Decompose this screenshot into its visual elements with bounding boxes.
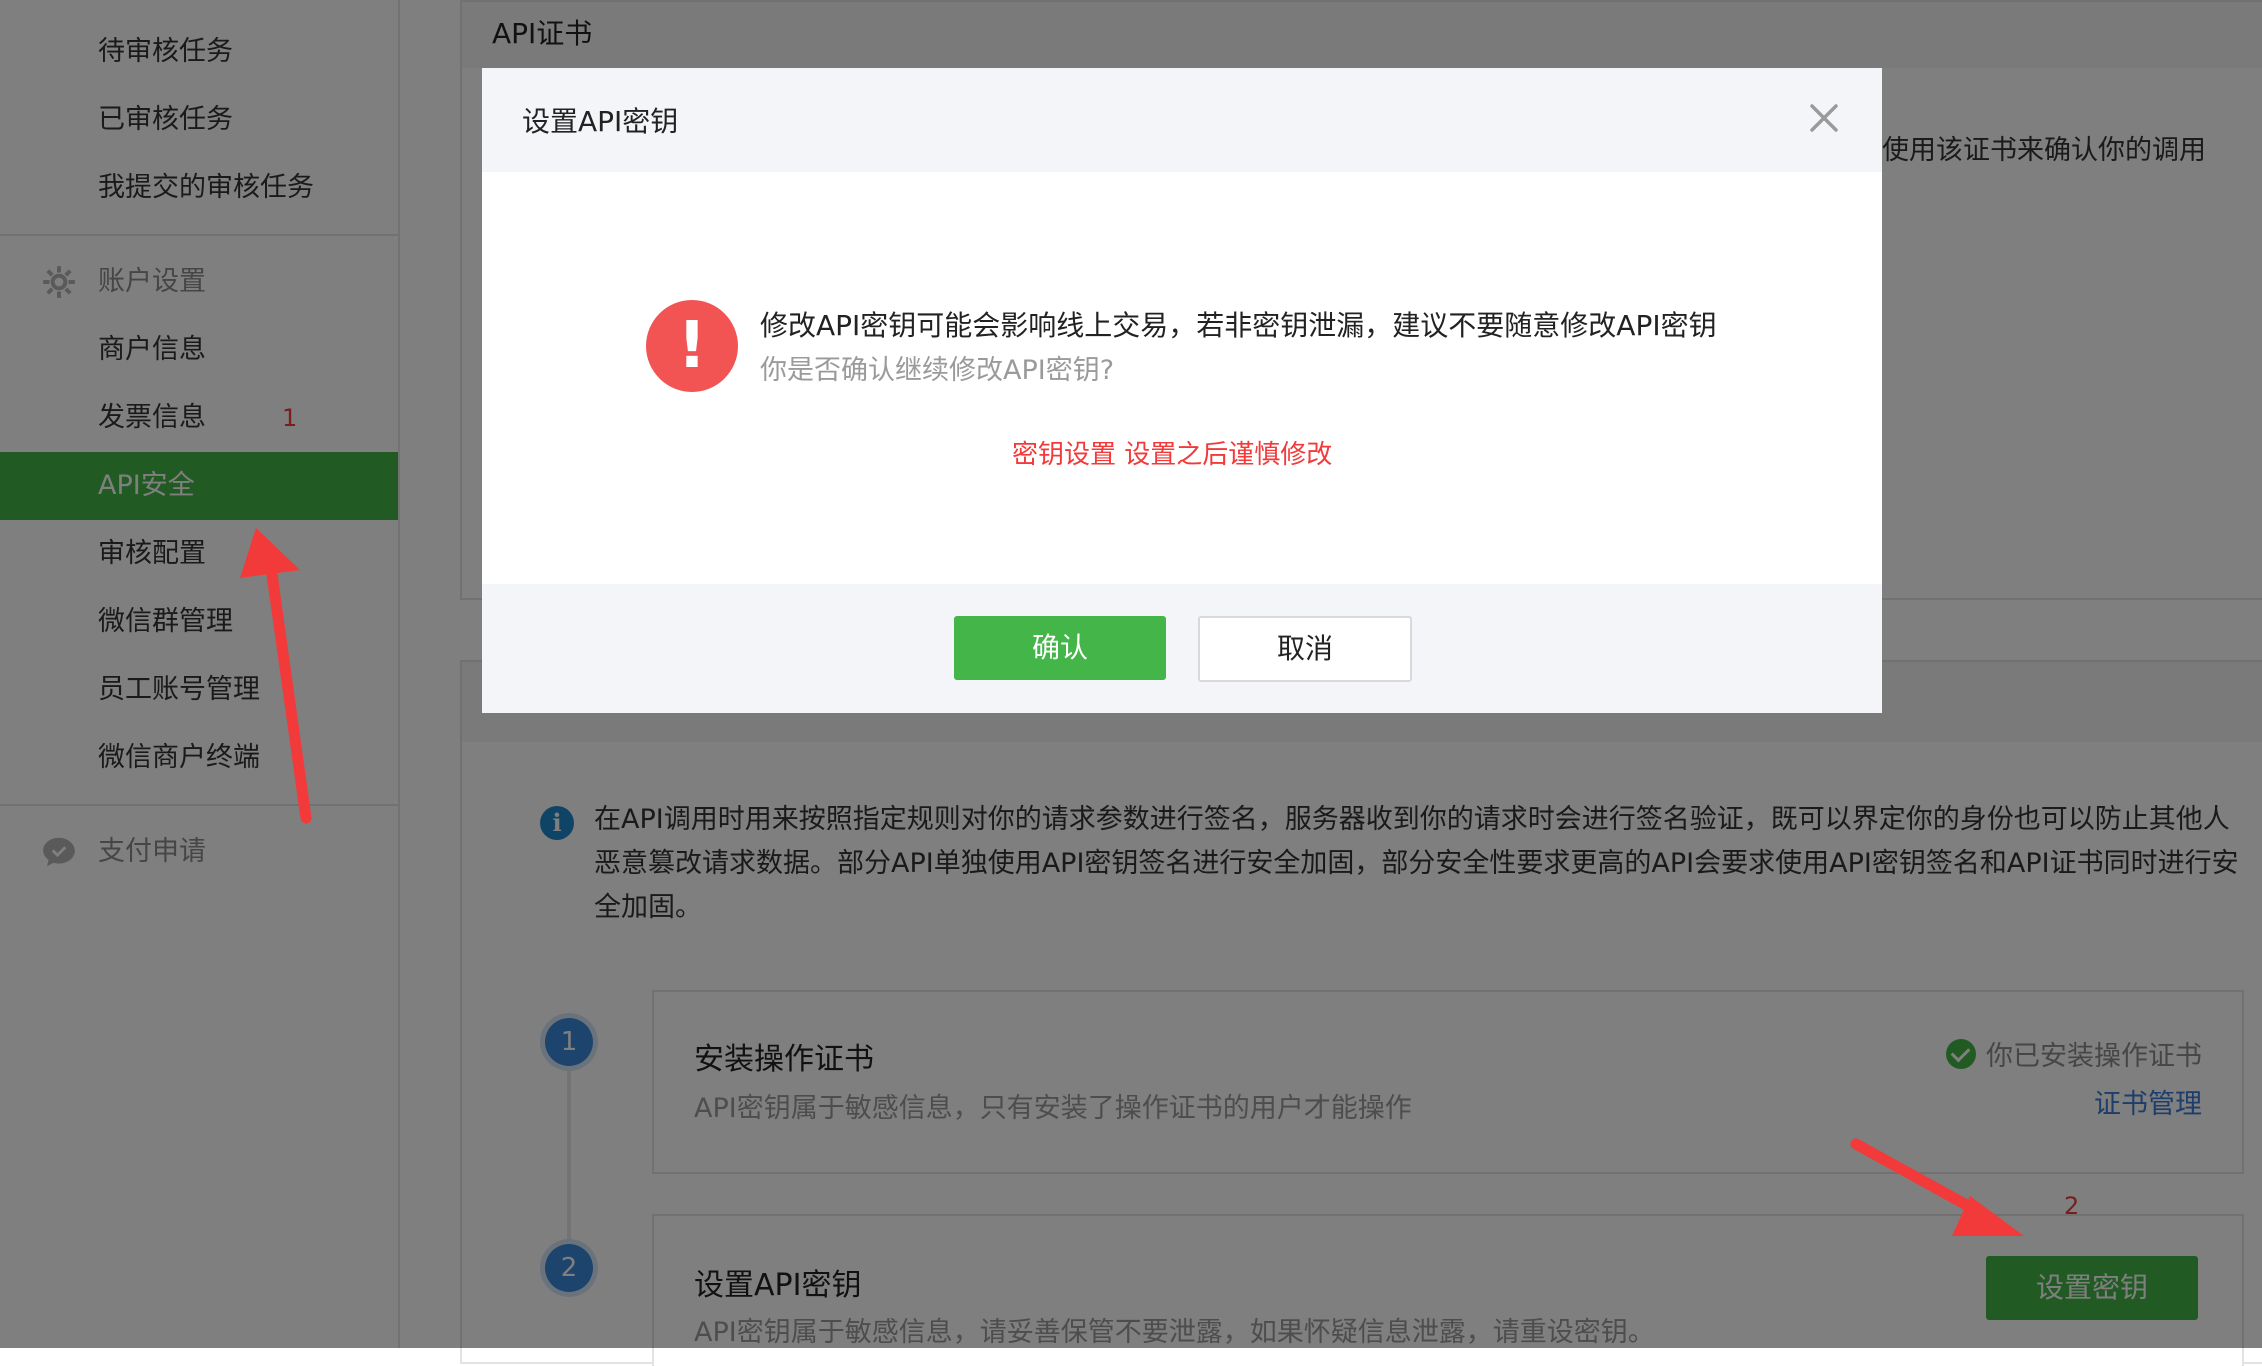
cancel-button[interactable]: 取消	[1198, 616, 1412, 682]
set-api-key-dialog: 设置API密钥 ! 修改API密钥可能会影响线上交易，若非密钥泄漏，建议不要随意…	[482, 68, 1882, 713]
dialog-title: 设置API密钥	[522, 105, 679, 138]
warning-message: 修改API密钥可能会影响线上交易，若非密钥泄漏，建议不要随意修改API密钥	[760, 309, 1717, 342]
warning-icon: !	[646, 300, 738, 392]
confirm-question: 你是否确认继续修改API密钥?	[760, 355, 1115, 386]
dialog-footer	[482, 584, 1882, 713]
confirm-button[interactable]: 确认	[954, 616, 1166, 680]
annotation-note: 密钥设置 设置之后谨慎修改	[1012, 440, 1333, 470]
dialog-header: 设置API密钥	[482, 68, 1882, 172]
close-icon[interactable]	[1804, 98, 1844, 138]
